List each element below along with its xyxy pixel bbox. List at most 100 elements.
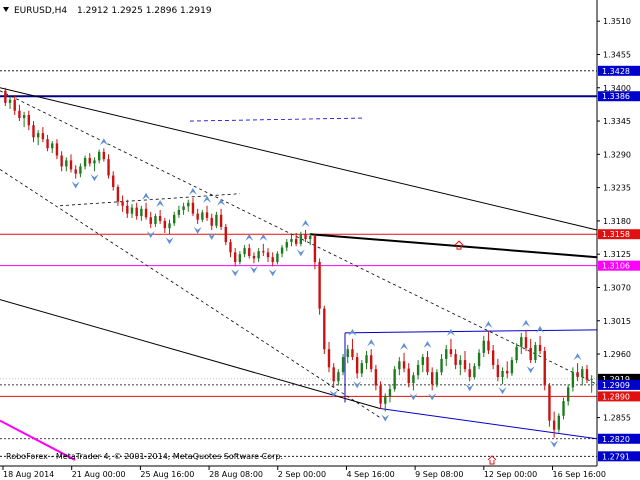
candle-body [102,151,106,160]
candle-body [285,242,288,248]
chart-quote: 1.2912 1.2925 1.2896 1.2919 [77,6,212,16]
candle-body [154,216,157,224]
level-tag-label: 1.2791 [602,452,630,461]
candle-body [18,110,21,119]
candle-body [534,344,537,361]
candle-body [337,372,340,382]
candle-body [341,357,345,373]
candle-body [205,212,209,218]
candle-body [351,349,354,358]
candle-body [224,226,227,243]
candle-body [524,337,528,348]
candle-body [140,208,143,217]
time-tick-label: 2 Sep 00:00 [278,470,326,479]
candle-body [398,361,401,370]
candle-body [168,223,171,229]
candle-body [107,159,110,176]
candle-body [379,385,382,404]
candle-body [280,247,284,254]
candle-body [313,236,317,263]
candle-body [60,155,63,167]
price-tick-label: 1.2855 [603,414,631,423]
candle-body [51,143,54,149]
candle-body [463,360,467,370]
candle-body [491,350,495,365]
price-tick-label: 1.3510 [603,17,631,26]
candle-body [112,175,115,188]
chart-background [0,0,640,480]
candle-body [158,216,162,221]
price-tick-label: 1.2960 [603,350,631,359]
candle-body [355,357,359,374]
candle-body [130,207,134,214]
candle-body [191,202,195,214]
candle-body [36,133,40,138]
candle-body [248,248,251,256]
time-tick-label: 18 Aug 2014 [3,470,54,479]
time-tick-label: 28 Aug 08:00 [209,470,263,479]
candle-body [388,389,392,397]
candle-body [294,239,298,244]
candle-body [473,366,476,378]
candle-body [477,352,481,367]
candle-body [74,169,77,174]
candle-body [585,369,589,380]
candle-body [468,369,471,378]
candle-body [65,160,68,167]
price-tick-label: 1.3290 [603,150,631,159]
candle-body [426,357,429,373]
chart-window: 1.3510 1.3455 1.3400 1.3345 1.3290 1.3235 1.31… [0,0,640,480]
candle-body [55,143,59,156]
candle-body [233,252,237,263]
copyright-text: RoboForex - MetaTrader 4, © 2001-2014, M… [6,452,283,461]
candle-body [529,347,532,361]
candle-body [266,252,270,258]
level-tag-label: 1.3158 [602,230,630,239]
candle-body [459,360,462,365]
candle-body [304,234,307,240]
price-chart[interactable]: 1.35101.34551.34001.33451.32901.32351.31… [0,0,640,480]
candle-body [581,369,584,378]
candle-body [552,420,556,430]
candle-body [149,217,152,224]
candle-body [510,360,514,374]
candle-body [323,308,326,350]
price-axis: 1.35101.34551.34001.33451.32901.32351.31… [596,0,640,466]
candle-body [515,346,518,361]
level-tag-label: 1.2909 [602,381,630,390]
candle-body [370,355,373,370]
candle-body [196,213,199,220]
candle-body [590,378,593,380]
candle-body [309,236,312,240]
candle-body [346,349,349,358]
candle-body [177,210,181,215]
candle-body [327,349,331,368]
candle-body [27,114,30,126]
candle-body [440,358,443,373]
candle-body [332,367,335,382]
time-tick-label: 4 Sep 16:00 [346,470,394,479]
candle-body [506,370,509,374]
candle-body [538,344,542,352]
candle-body [543,351,546,386]
candle-body [393,369,396,390]
chart-symbol: EURUSD,H4 [14,6,67,16]
price-tick-label: 1.3125 [603,250,631,259]
candle-body [407,368,410,384]
price-tick-label: 1.3345 [603,117,631,126]
candle-body [567,387,570,402]
candle-body [482,340,485,353]
candle-body [384,396,387,404]
level-tag-label: 1.2890 [602,392,630,401]
candle-body [299,234,303,244]
candle-body [290,239,293,243]
candle-body [88,157,91,164]
candle-body [46,139,49,149]
candle-body [318,262,321,309]
candle-body [501,370,504,378]
candle-body [252,255,256,259]
candle-body [562,401,565,416]
level-tag-label: 1.3428 [602,67,630,76]
time-tick-label: 25 Aug 16:00 [140,470,194,479]
candle-body [262,251,265,253]
